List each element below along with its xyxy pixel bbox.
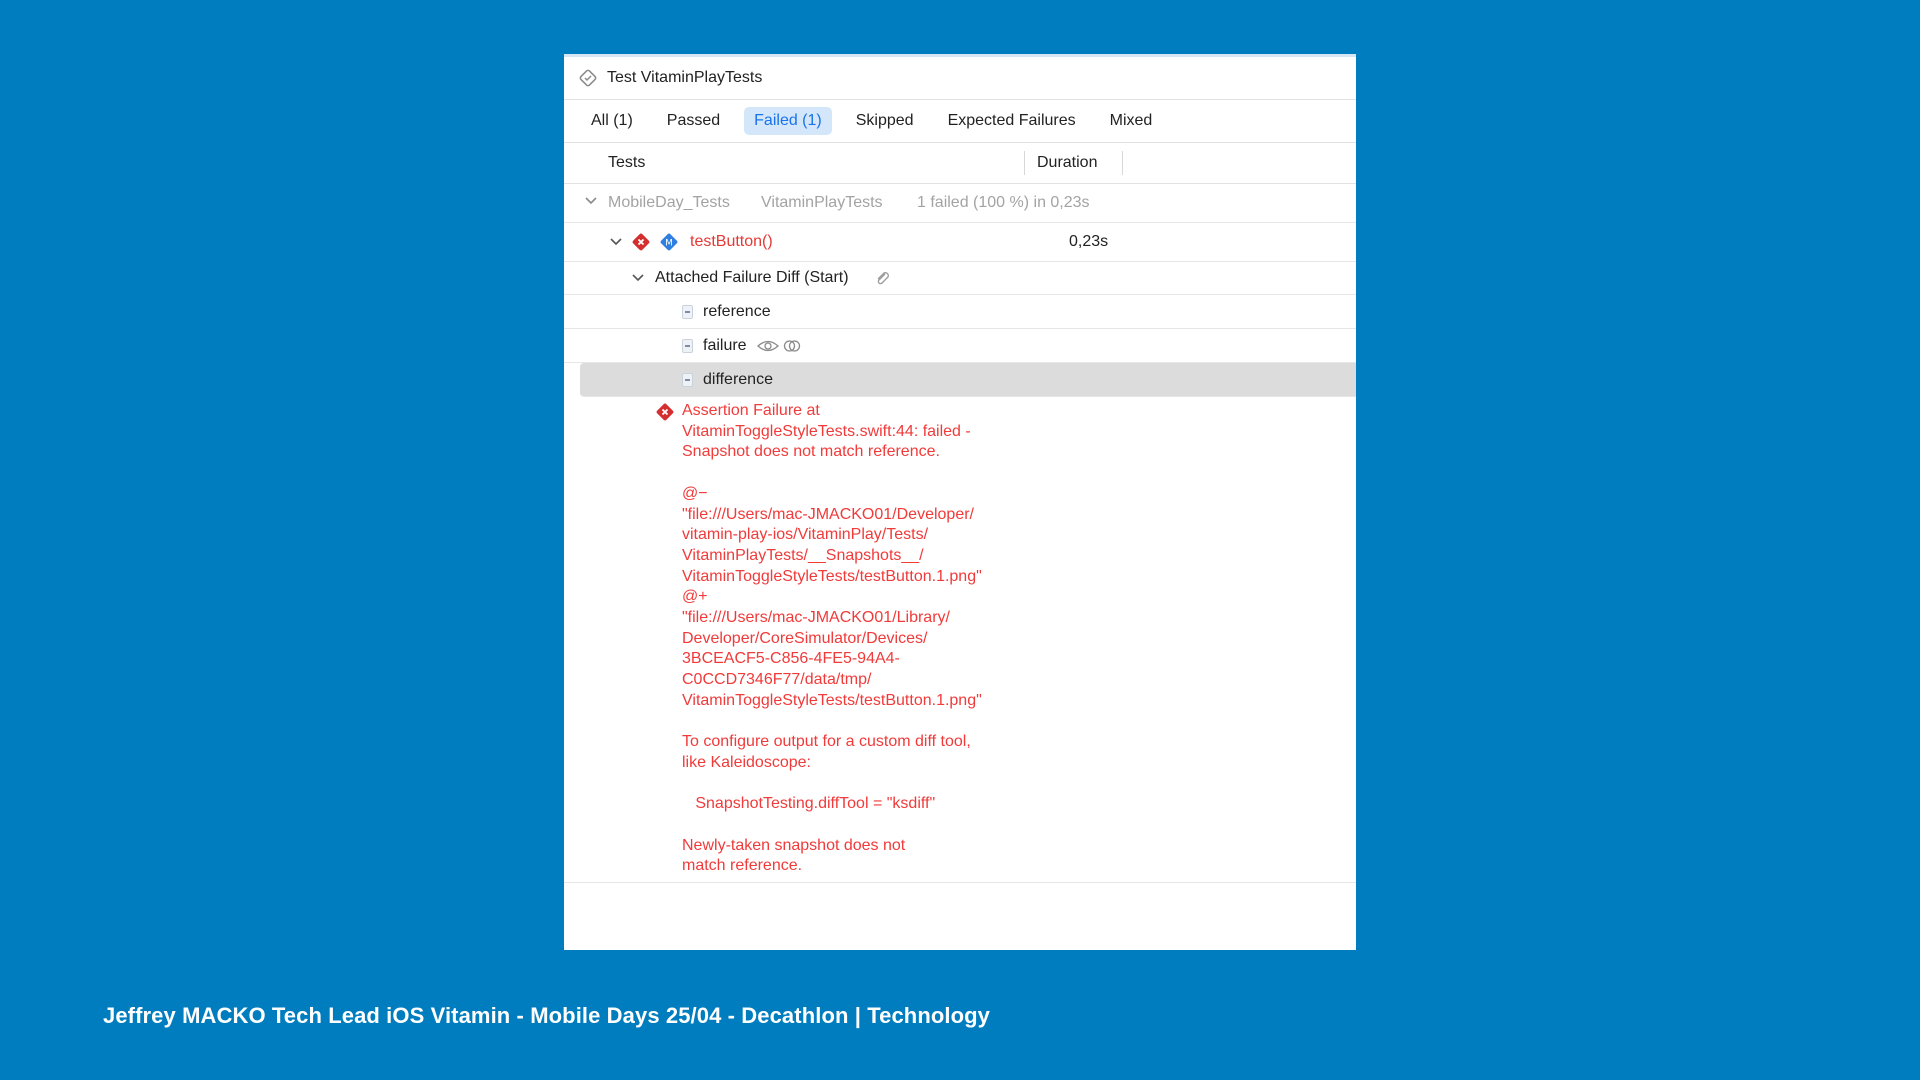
column-divider[interactable] [1024,151,1025,175]
chevron-down-icon[interactable] [631,271,645,290]
test-case-row[interactable]: M testButton() 0,23s [564,223,1356,262]
slide-footer: Jeffrey MACKO Tech Lead iOS Vitamin - Mo… [103,1003,991,1028]
group-summary: 1 failed (100 %) in 0,23s [917,194,1090,211]
column-tests[interactable]: Tests [608,154,645,172]
tab-expected-failures[interactable]: Expected Failures [938,107,1086,135]
image-file-icon [682,305,693,324]
attachment-item-label: difference [703,370,773,388]
column-divider[interactable] [1122,151,1123,175]
failure-icon [632,233,650,256]
column-header: Tests Duration [564,143,1356,184]
image-file-icon [682,339,693,358]
tab-passed[interactable]: Passed [657,107,730,135]
tab-mixed[interactable]: Mixed [1100,107,1163,135]
attachment-item-difference[interactable]: difference [580,363,1356,397]
image-file-icon [682,373,693,392]
test-duration: 0,23s [1069,233,1109,250]
test-diamond-icon [577,67,599,89]
attachment-item-reference[interactable]: reference [564,295,1356,329]
chevron-down-icon[interactable] [584,194,598,213]
test-group-row[interactable]: MobileDay_Tests VitaminPlayTests 1 faile… [564,184,1356,223]
failure-icon [656,403,674,426]
attachment-item-label: reference [703,302,771,320]
group-target: MobileDay_Tests [608,194,730,211]
tab-failed[interactable]: Failed (1) [744,107,832,135]
paperclip-icon [874,270,890,291]
failure-message: Assertion Failure at VitaminToggleStyleT… [682,402,982,875]
report-title: Test VitaminPlayTests [607,69,763,86]
test-name: testButton() [690,233,773,250]
filter-tabs: All (1) Passed Failed (1) Skipped Expect… [564,100,1356,143]
tab-skipped[interactable]: Skipped [846,107,924,135]
test-report-panel: Test VitaminPlayTests All (1) Passed Fai… [564,54,1356,950]
attachment-item-label: failure [703,336,747,354]
attachment-item-failure[interactable]: failure [564,329,1356,363]
attachment-label: Attached Failure Diff (Start) [655,269,849,286]
svg-text:M: M [665,239,673,249]
tab-all[interactable]: All (1) [581,107,643,135]
column-duration[interactable]: Duration [1037,154,1097,172]
report-title-bar: Test VitaminPlayTests [564,57,1356,100]
test-method-icon: M [660,233,678,256]
failure-message-row[interactable]: Assertion Failure at VitaminToggleStyleT… [564,397,1356,883]
chevron-down-icon[interactable] [609,235,623,254]
compare-icon[interactable] [783,338,801,359]
group-class: VitaminPlayTests [761,194,883,211]
eye-icon[interactable] [757,338,779,359]
attachment-group-row[interactable]: Attached Failure Diff (Start) [564,262,1356,295]
